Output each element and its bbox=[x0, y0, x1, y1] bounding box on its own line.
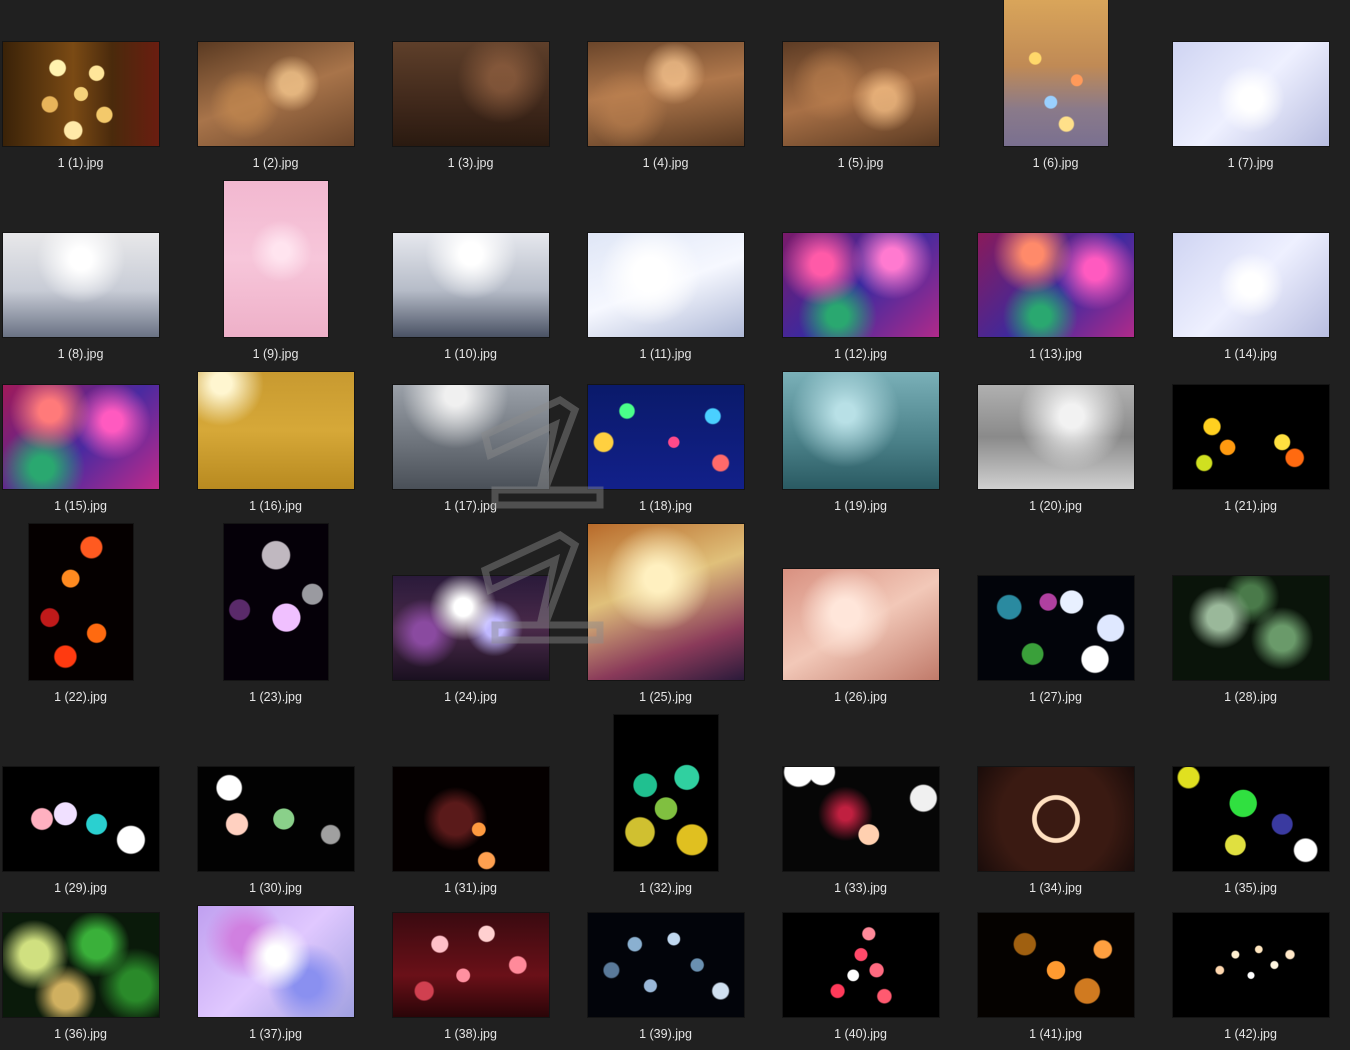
file-name: 1 (21).jpg bbox=[1224, 499, 1277, 513]
file-thumbnail[interactable] bbox=[29, 524, 133, 680]
file-thumbnail[interactable] bbox=[1004, 0, 1108, 146]
file-thumbnail[interactable] bbox=[614, 715, 718, 871]
file-name: 1 (20).jpg bbox=[1029, 499, 1082, 513]
file-name: 1 (42).jpg bbox=[1224, 1027, 1277, 1041]
file-name: 1 (8).jpg bbox=[57, 347, 104, 361]
file-thumbnail[interactable] bbox=[393, 576, 549, 680]
file-thumbnail[interactable] bbox=[393, 385, 549, 489]
file-thumbnail[interactable] bbox=[783, 372, 939, 489]
file-name: 1 (37).jpg bbox=[249, 1027, 302, 1041]
file-name: 1 (35).jpg bbox=[1224, 881, 1277, 895]
file-thumbnail[interactable] bbox=[978, 576, 1134, 680]
file-thumbnail[interactable] bbox=[978, 233, 1134, 337]
file-name: 1 (2).jpg bbox=[252, 156, 299, 170]
file-name: 1 (22).jpg bbox=[54, 690, 107, 704]
file-thumbnail[interactable] bbox=[1173, 385, 1329, 489]
file-thumbnail[interactable] bbox=[3, 767, 159, 871]
file-thumbnail[interactable] bbox=[1173, 576, 1329, 680]
file-name: 1 (19).jpg bbox=[834, 499, 887, 513]
file-name: 1 (27).jpg bbox=[1029, 690, 1082, 704]
file-name: 1 (3).jpg bbox=[447, 156, 494, 170]
file-name: 1 (13).jpg bbox=[1029, 347, 1082, 361]
file-thumbnail[interactable] bbox=[198, 372, 354, 489]
file-name: 1 (36).jpg bbox=[54, 1027, 107, 1041]
file-thumbnail[interactable] bbox=[3, 42, 159, 146]
file-thumbnail[interactable] bbox=[783, 233, 939, 337]
file-thumbnail[interactable] bbox=[198, 906, 354, 1017]
file-thumbnail[interactable] bbox=[224, 524, 328, 680]
file-name: 1 (10).jpg bbox=[444, 347, 497, 361]
file-thumbnail[interactable] bbox=[588, 42, 744, 146]
file-name: 1 (34).jpg bbox=[1029, 881, 1082, 895]
file-name: 1 (9).jpg bbox=[252, 347, 299, 361]
file-name: 1 (33).jpg bbox=[834, 881, 887, 895]
file-thumbnail[interactable] bbox=[978, 385, 1134, 489]
file-name: 1 (4).jpg bbox=[642, 156, 689, 170]
file-name: 1 (7).jpg bbox=[1227, 156, 1274, 170]
file-name: 1 (40).jpg bbox=[834, 1027, 887, 1041]
thumbnail-grid: 1 (1).jpg 1 (2).jpg 1 (3).jpg 1 (4).jpg 1 (5… bbox=[0, 0, 1350, 1050]
file-name: 1 (11).jpg bbox=[639, 347, 692, 361]
file-thumbnail[interactable] bbox=[588, 524, 744, 680]
file-name: 1 (12).jpg bbox=[834, 347, 887, 361]
file-name: 1 (30).jpg bbox=[249, 881, 302, 895]
file-name: 1 (23).jpg bbox=[249, 690, 302, 704]
file-thumbnail[interactable] bbox=[978, 913, 1134, 1017]
file-name: 1 (6).jpg bbox=[1032, 156, 1079, 170]
file-thumbnail[interactable] bbox=[198, 42, 354, 146]
file-thumbnail[interactable] bbox=[1173, 233, 1329, 337]
file-name: 1 (18).jpg bbox=[639, 499, 692, 513]
file-name: 1 (14).jpg bbox=[1224, 347, 1277, 361]
file-thumbnail[interactable] bbox=[224, 181, 328, 337]
file-thumbnail[interactable] bbox=[393, 913, 549, 1017]
file-thumbnail[interactable] bbox=[3, 233, 159, 337]
file-thumbnail[interactable] bbox=[588, 913, 744, 1017]
file-name: 1 (39).jpg bbox=[639, 1027, 692, 1041]
file-thumbnail[interactable] bbox=[783, 913, 939, 1017]
file-thumbnail[interactable] bbox=[393, 233, 549, 337]
file-name: 1 (31).jpg bbox=[444, 881, 497, 895]
file-name: 1 (29).jpg bbox=[54, 881, 107, 895]
file-thumbnail[interactable] bbox=[198, 767, 354, 871]
file-thumbnail[interactable] bbox=[1173, 42, 1329, 146]
file-thumbnail[interactable] bbox=[783, 42, 939, 146]
file-thumbnail[interactable] bbox=[783, 767, 939, 871]
file-thumbnail[interactable] bbox=[3, 913, 159, 1017]
file-name: 1 (15).jpg bbox=[54, 499, 107, 513]
file-name: 1 (32).jpg bbox=[639, 881, 692, 895]
file-name: 1 (16).jpg bbox=[249, 499, 302, 513]
file-name: 1 (28).jpg bbox=[1224, 690, 1277, 704]
file-name: 1 (26).jpg bbox=[834, 690, 887, 704]
file-name: 1 (25).jpg bbox=[639, 690, 692, 704]
file-thumbnail[interactable] bbox=[393, 42, 549, 146]
file-name: 1 (38).jpg bbox=[444, 1027, 497, 1041]
file-thumbnail[interactable] bbox=[1173, 767, 1329, 871]
file-name: 1 (17).jpg bbox=[444, 499, 497, 513]
file-thumbnail[interactable] bbox=[588, 233, 744, 337]
file-thumbnail[interactable] bbox=[3, 385, 159, 489]
file-name: 1 (41).jpg bbox=[1029, 1027, 1082, 1041]
file-thumbnail[interactable] bbox=[393, 767, 549, 871]
file-thumbnail[interactable] bbox=[588, 385, 744, 489]
file-name: 1 (24).jpg bbox=[444, 690, 497, 704]
file-name: 1 (1).jpg bbox=[57, 156, 104, 170]
file-name: 1 (5).jpg bbox=[837, 156, 884, 170]
file-thumbnail[interactable] bbox=[783, 569, 939, 680]
file-thumbnail[interactable] bbox=[978, 767, 1134, 871]
file-thumbnail[interactable] bbox=[1173, 913, 1329, 1017]
